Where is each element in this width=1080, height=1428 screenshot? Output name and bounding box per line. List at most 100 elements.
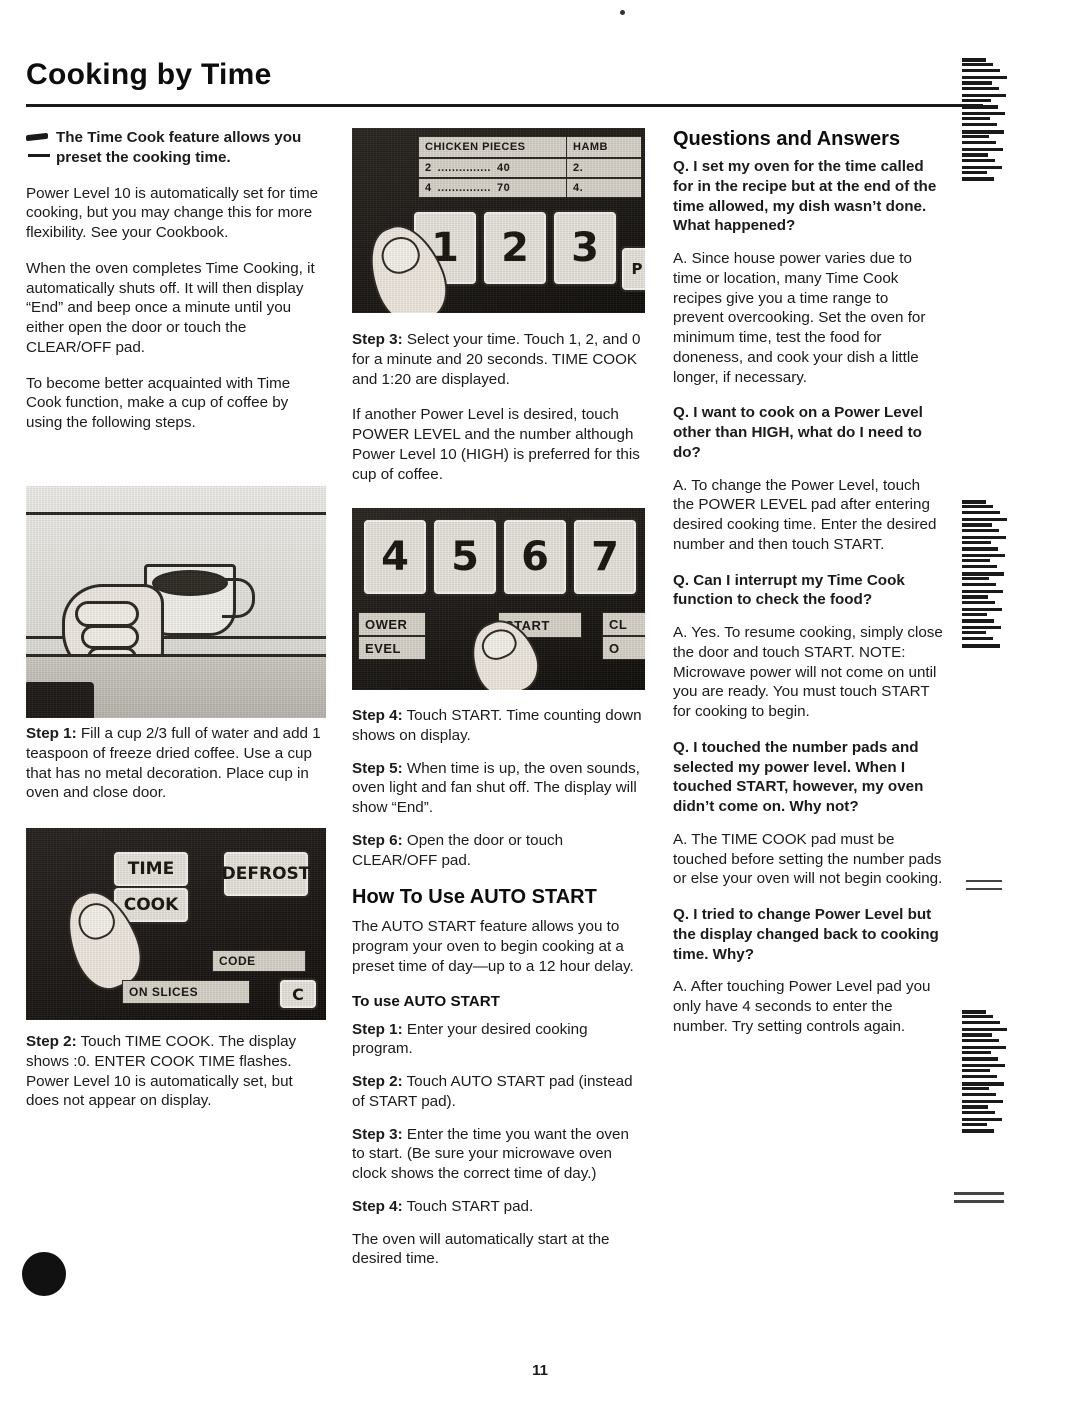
scan-bar: [962, 529, 999, 532]
keypad-grain-overlay-1: [352, 128, 645, 313]
scan-bar: [962, 1075, 997, 1078]
scan-bar: [962, 595, 988, 599]
scan-bar: [962, 1039, 999, 1042]
scan-bar: [962, 99, 991, 102]
scan-bar: [962, 500, 986, 504]
auto-step-2: Step 2: Touch AUTO START pad (instead of…: [352, 1072, 645, 1112]
col2-step-6-label: Step 6:: [352, 831, 403, 849]
scan-bar: [962, 148, 1003, 151]
title-rule: [26, 104, 983, 107]
scan-bar: [962, 1021, 1000, 1024]
scan-bar: [962, 166, 1002, 169]
scan-bar: [962, 619, 994, 623]
scan-bar: [962, 153, 988, 157]
scan-bar: [962, 1051, 991, 1054]
col2-step-3-label: Step 3:: [352, 331, 403, 348]
scan-bar: [962, 130, 1004, 134]
question-3: Q. Can I interrupt my Time Cook function…: [673, 571, 905, 609]
scan-bar: [962, 511, 1000, 514]
scan-bar: [962, 554, 1005, 557]
scan-bar: [962, 1105, 988, 1109]
col1-lead: The Time Cook feature allows you preset …: [26, 128, 326, 168]
auto-start-heading: How To Use AUTO START: [352, 886, 597, 909]
question-4: Q. I touched the number pads and selecte…: [673, 738, 924, 815]
scan-bar: [962, 94, 1006, 97]
scan-bar: [962, 1015, 993, 1018]
scan-barcode-middle: [962, 500, 1007, 650]
auto-start-subheading: To use AUTO START: [352, 992, 500, 1010]
photo-grain-overlay: [26, 486, 326, 718]
scan-bar: [962, 1064, 1005, 1067]
scan-bar: [962, 58, 986, 62]
col1-step-2: Step 2: Touch TIME COOK. The display sho…: [26, 1032, 326, 1111]
scan-bar: [962, 117, 990, 120]
scan-edge-mark-4: [954, 1200, 1004, 1203]
scan-bar: [962, 637, 993, 640]
col1-lead-text: The Time Cook feature allows you preset …: [56, 129, 302, 166]
col1-step-1-label: Step 1:: [26, 725, 77, 742]
col2-power-paragraph: If another Power Level is desired, touch…: [352, 406, 640, 483]
scan-bar: [962, 572, 1004, 576]
scan-bar: [962, 177, 994, 181]
scan-bar: [962, 601, 995, 604]
scan-bar: [962, 81, 992, 85]
col1-paragraph-3: To become better acquainted with Time Co…: [26, 374, 291, 432]
scan-bar: [962, 541, 991, 544]
col1-step-1: Step 1: Fill a cup 2/3 full of water and…: [26, 724, 326, 803]
col2-step-4: Step 4: Touch START. Time counting down …: [352, 706, 645, 746]
scan-bar: [962, 631, 986, 634]
scan-bar: [962, 171, 987, 174]
scan-bar: [962, 565, 997, 568]
auto-step-1: Step 1: Enter your desired cooking progr…: [352, 1020, 645, 1060]
col2-step-4-label: Step 4:: [352, 707, 403, 724]
col1-step-2-label: Step 2:: [26, 1033, 77, 1050]
scan-bar: [962, 559, 990, 562]
column-left-lower: Step 1: Fill a cup 2/3 full of water and…: [26, 724, 326, 819]
scan-bar: [962, 159, 995, 162]
question-2: Q. I want to cook on a Power Level other…: [673, 404, 923, 461]
page-number: 11: [532, 1362, 548, 1379]
dash-mark-icon: [26, 132, 48, 142]
col2-step-6: Step 6: Open the door or touch CLEAR/OFF…: [352, 831, 645, 871]
document-page: Cooking by Time The Time Cook feature al…: [0, 0, 1080, 1428]
column-left: The Time Cook feature allows you preset …: [26, 128, 326, 449]
scan-barcode-lower: [962, 1010, 1007, 1140]
scan-bar: [962, 523, 992, 527]
keypad-grain-overlay-2: [352, 508, 645, 690]
scan-bar: [962, 590, 1003, 593]
panel-grain-overlay: [26, 828, 326, 1020]
photo-control-panel: TIME COOK DEFROST CODE ON SLICES C: [26, 828, 326, 1020]
scan-bar: [962, 577, 989, 580]
auto-start-intro: The AUTO START feature allows you to pro…: [352, 918, 634, 975]
scan-bar: [962, 644, 1000, 648]
scan-edge-mark-1: [966, 880, 1002, 882]
scan-edge-mark-3: [954, 1192, 1004, 1195]
col2-step-5: Step 5: When time is up, the oven sounds…: [352, 759, 645, 818]
col1-paragraph-2: When the oven completes Time Cooking, it…: [26, 259, 315, 356]
scan-bar: [962, 1118, 1002, 1121]
scan-bar: [962, 105, 998, 109]
question-1: Q. I set my oven for the time called for…: [673, 158, 937, 235]
col1-paragraph-1: Power Level 10 is automatically set for …: [26, 184, 319, 242]
answer-3: A. Yes. To resume cooking, simply close …: [673, 624, 943, 720]
col2-step-3: Step 3: Select your time. Touch 1, 2, an…: [352, 330, 645, 389]
scan-barcode-top: [962, 58, 1008, 188]
auto-step-4: Step 4: Touch START pad.: [352, 1197, 645, 1217]
scan-bar: [962, 76, 1007, 79]
auto-step-3: Step 3: Enter the time you want the oven…: [352, 1125, 645, 1184]
column-left-step2: Step 2: Touch TIME COOK. The display sho…: [26, 1032, 326, 1127]
auto-step-4-label: Step 4:: [352, 1197, 403, 1215]
auto-step-3-label: Step 3:: [352, 1125, 403, 1143]
auto-step-2-label: Step 2:: [352, 1073, 403, 1090]
scan-bar: [962, 547, 998, 551]
answer-2: A. To change the Power Level, touch the …: [673, 476, 937, 553]
photo-keypad-123: CHICKEN PIECES HAMB 2 ............... 40…: [352, 128, 645, 313]
scan-black-dot: [22, 1252, 66, 1296]
question-5: Q. I tried to change Power Level but the…: [673, 906, 939, 963]
answer-5: A. After touching Power Level pad you on…: [673, 978, 931, 1035]
scan-bar: [962, 63, 993, 66]
scan-bar: [962, 123, 997, 126]
page-title: Cooking by Time: [26, 58, 272, 91]
photo-keypad-4567: 4 5 6 7 OWER EVEL START CL O: [352, 508, 645, 690]
answer-1: A. Since house power varies due to time …: [673, 250, 926, 386]
